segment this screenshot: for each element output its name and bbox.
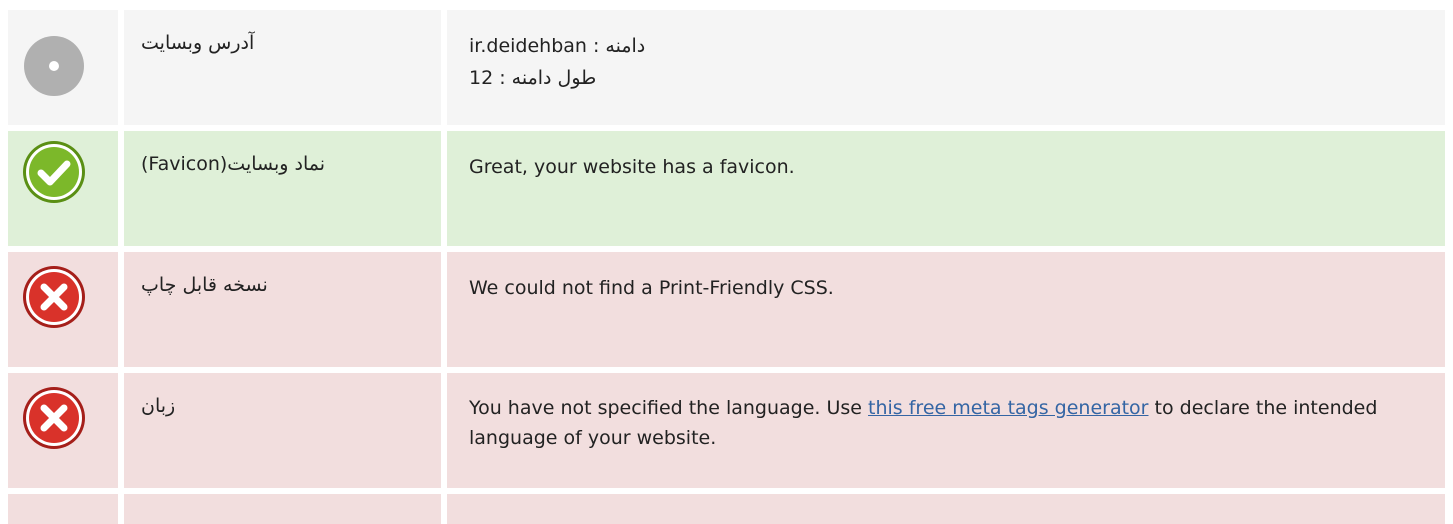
table-row — [8, 494, 1445, 524]
row-value: دامنه : ir.deidehban طول دامنه : 12 — [469, 30, 1431, 94]
row-value: We could not find a Print-Friendly CSS. — [469, 277, 834, 299]
table-row: زبان You have not specified the language… — [8, 373, 1445, 488]
language-text-before: You have not specified the language. Use — [469, 397, 869, 419]
cross-icon — [21, 385, 87, 451]
row-value: Great, your website has a favicon. — [469, 156, 795, 178]
row-value: You have not specified the language. Use… — [469, 393, 1431, 453]
status-cell — [8, 373, 118, 488]
meta-tags-generator-link[interactable]: this free meta tags generator — [868, 397, 1148, 419]
cross-icon — [21, 264, 87, 330]
row-label: نماد وبسایت(Favicon) — [141, 153, 326, 175]
table-row: نماد وبسایت(Favicon) Great, your website… — [8, 131, 1445, 246]
value-cell: You have not specified the language. Use… — [447, 373, 1445, 488]
status-cell — [8, 494, 118, 524]
table-row: آدرس وبسایت دامنه : ir.deidehban طول دام… — [8, 10, 1445, 125]
label-cell — [124, 494, 441, 524]
row-label: آدرس وبسایت — [141, 32, 255, 54]
label-cell: نماد وبسایت(Favicon) — [124, 131, 441, 246]
label-cell: نسخه قابل چاپ — [124, 252, 441, 367]
label-cell: زبان — [124, 373, 441, 488]
status-cell — [8, 10, 118, 125]
value-cell — [447, 494, 1445, 524]
value-cell: Great, your website has a favicon. — [447, 131, 1445, 246]
status-cell — [8, 131, 118, 246]
status-cell — [8, 252, 118, 367]
check-icon — [21, 139, 87, 205]
table-row: نسخه قابل چاپ We could not find a Print-… — [8, 252, 1445, 367]
domain-line: دامنه : ir.deidehban — [469, 35, 646, 57]
domain-length-line: طول دامنه : 12 — [469, 67, 597, 89]
neutral-dot-icon — [21, 33, 87, 99]
label-cell: آدرس وبسایت — [124, 10, 441, 125]
row-label: نسخه قابل چاپ — [141, 274, 268, 296]
value-cell: دامنه : ir.deidehban طول دامنه : 12 — [447, 10, 1445, 125]
row-label: زبان — [141, 395, 176, 417]
value-cell: We could not find a Print-Friendly CSS. — [447, 252, 1445, 367]
